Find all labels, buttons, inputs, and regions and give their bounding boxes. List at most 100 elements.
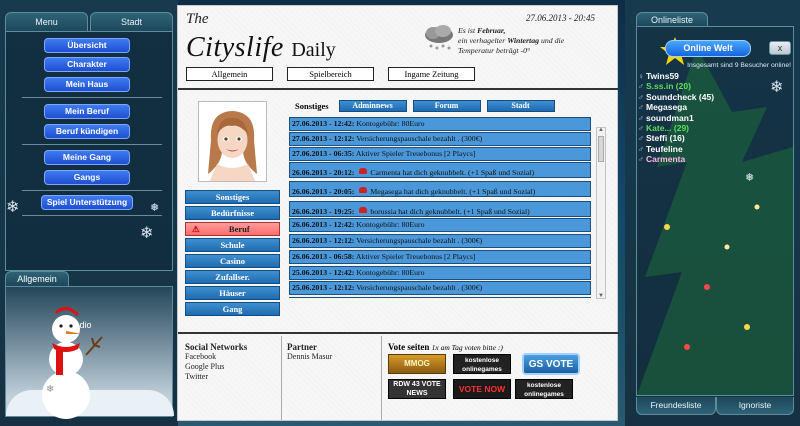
menu-divider [22, 144, 162, 145]
online-welt-button[interactable]: Online Welt [665, 40, 751, 57]
meine-gang-button[interactable]: Meine Gang [44, 150, 130, 165]
tab-ignoriste[interactable]: Ignoriste [716, 397, 794, 415]
online-user[interactable]: ♂ Kate... (29) [638, 123, 788, 133]
vote-kostenlose-onlinegames-2[interactable]: kostenlose onlinegames [515, 379, 573, 399]
subnav-zufallser[interactable]: Zufallser. [185, 270, 280, 284]
nav-ingame-zeitung[interactable]: Ingame Zeitung [388, 67, 475, 81]
news-timestamp: 25.06.2013 - 12:12: [292, 283, 355, 292]
google-plus-link[interactable]: Google Plus [185, 362, 247, 372]
weather-line2-pre: ein verhagelter [458, 36, 508, 45]
vote-kostenlose-onlinegames[interactable]: kostenlose onlinegames [453, 354, 511, 374]
tab-stadt[interactable]: Stadt [486, 100, 555, 112]
tab-onlineliste[interactable]: Onlineliste [636, 12, 708, 27]
scroll-thumb[interactable] [598, 136, 604, 162]
spiel-unterstuetzung-button[interactable]: Spiel Unterstützung [41, 195, 133, 210]
nav-spielbereich[interactable]: Spielbereich [287, 67, 374, 81]
facebook-link[interactable]: Facebook [185, 352, 247, 362]
uebersicht-button[interactable]: Übersicht [44, 38, 130, 53]
hail-cloud-icon [425, 25, 453, 50]
online-user[interactable]: ♂ Steffi (16) [638, 133, 788, 143]
newspaper-main: The Cityslife Daily 27.06.2013 - 20:45 E… [177, 5, 619, 421]
news-tabs: Sonstiges Adminnews Forum Stadt [291, 100, 555, 112]
tab-stadt[interactable]: Stadt [90, 12, 173, 32]
online-user[interactable]: ♂ Soundcheck (45) [638, 92, 788, 102]
weather-text: Es ist Februar, ein verhagelter Winterta… [458, 26, 608, 56]
warning-icon: ⚠ [192, 224, 200, 234]
subnav-beruf-label: Beruf [228, 224, 250, 234]
news-item: 25.06.2013 - 06:39: Aktiver Spieler Treu… [289, 297, 591, 298]
news-timestamp: 27.06.2013 - 06:35: [292, 149, 355, 158]
news-timestamp: 25.06.2013 - 12:42: [292, 268, 355, 277]
news-text: Aktiver Spieler Treuebonus [2 Playcs] [355, 149, 476, 158]
nav-allgemein[interactable]: Allgemein [186, 67, 273, 81]
menu-divider [22, 97, 162, 98]
online-user[interactable]: ♂ soundman1 [638, 113, 788, 123]
partner-title: Partner [287, 342, 317, 352]
news-category-nav: Sonstiges Bedürfnisse ⚠ Beruf Schule Cas… [185, 190, 280, 318]
charakter-button[interactable]: Charakter [44, 57, 130, 72]
subnav-haeuser[interactable]: Häuser [185, 286, 280, 300]
tab-allgemein[interactable]: Allgemein [5, 271, 69, 286]
avatar[interactable] [198, 101, 267, 182]
subnav-casino[interactable]: Casino [185, 254, 280, 268]
beruf-kuendigen-button[interactable]: Beruf kündigen [44, 124, 130, 139]
subnav-schule[interactable]: Schule [185, 238, 280, 252]
logo-title: Cityslife [186, 32, 284, 63]
logo-the: The [186, 11, 209, 27]
vote-rdw-news[interactable]: RDW 43 VOTE NEWS [388, 379, 446, 399]
main-nav: Allgemein Spielbereich Ingame Zeitung [186, 67, 475, 81]
online-user-name: S.ss.in [646, 81, 674, 92]
tab-menu[interactable]: Menu [5, 12, 88, 32]
close-button[interactable]: x [769, 41, 791, 55]
online-user[interactable]: ♂ Megasega [638, 102, 788, 112]
online-user-list: ♀ Twins59 ♂ S.ss.in (20) ♂ Soundcheck (45) ♂ Me… [638, 71, 788, 165]
tab-freundesliste[interactable]: Freundesliste [636, 397, 716, 415]
left-sidebar-tabs: Menu Stadt [5, 12, 173, 32]
mein-haus-button[interactable]: Mein Haus [44, 77, 130, 92]
divider [381, 336, 382, 420]
gangs-button[interactable]: Gangs [44, 170, 130, 185]
news-timestamp: 26.06.2013 - 19:25: [292, 207, 355, 216]
snowflake-icon: ❄ [6, 199, 20, 216]
tab-sonstiges[interactable]: Sonstiges [291, 101, 333, 111]
weather-line3: Temperatur beträgt -0° [458, 46, 531, 55]
vote-mmog-charts[interactable]: MMOG CHARTS [388, 354, 446, 386]
right-sidebar: Onlineliste Online Welt x Insgesamt sind… [625, 0, 800, 426]
logo: Cityslife Daily [186, 32, 336, 64]
news-scrollbar[interactable]: ▲ ▼ [596, 127, 606, 299]
left-sidebar: Menu Stadt Übersicht Charakter Mein Haus… [0, 0, 178, 426]
snowman-icon [42, 307, 103, 419]
scroll-down-icon[interactable]: ▼ [598, 293, 604, 299]
rose-icon [359, 168, 368, 175]
online-user-level: (29) [673, 122, 690, 133]
online-user[interactable]: ♂ Carmenta [638, 154, 788, 164]
vote-header: Vote seiten 1x am Tag voten bitte :) [388, 342, 503, 352]
tab-forum[interactable]: Forum [412, 100, 481, 112]
online-user[interactable]: ♂ Teufeline [638, 144, 788, 154]
partner-link[interactable]: Dennis Masur [287, 352, 332, 362]
online-user[interactable]: ♂ S.ss.in (20) [638, 81, 788, 91]
scroll-up-icon[interactable]: ▲ [598, 127, 604, 133]
vote-now[interactable]: VOTE NOW [453, 379, 511, 399]
subnav-sonstiges[interactable]: Sonstiges [185, 190, 280, 204]
news-item: 27.06.2013 - 12:42: Kontogebühr: 80Euro [289, 117, 591, 131]
partner-section: Partner Dennis Masur [287, 342, 332, 362]
online-user[interactable]: ♀ Twins59 [638, 71, 788, 81]
weather-line1-pre: Es ist [458, 26, 478, 35]
news-text: borussia hat dich geknubbelt. (+1 Spaß u… [370, 207, 530, 216]
divider [281, 336, 282, 420]
mein-beruf-button[interactable]: Mein Beruf [44, 104, 130, 119]
twitter-link[interactable]: Twitter [185, 372, 247, 382]
subnav-gang[interactable]: Gang [185, 302, 280, 316]
subnav-beruf[interactable]: ⚠ Beruf [185, 222, 280, 236]
news-list: 27.06.2013 - 12:42: Kontogebühr: 80Euro 2… [289, 116, 594, 298]
news-text: Kontogebühr: 80Euro [356, 119, 425, 128]
vote-gs-vote[interactable]: GS VOTE [522, 353, 580, 375]
allgemein-panel: Radio ❄ [5, 286, 174, 419]
online-user-name: soundman1 [646, 112, 694, 123]
news-text: Versicherungspauschale bezahlt . (300€) [356, 283, 483, 292]
subnav-beduerfnisse[interactable]: Bedürfnisse [185, 206, 280, 220]
tab-adminnews[interactable]: Adminnews [338, 100, 407, 112]
weather-day: Wintertag [507, 36, 540, 45]
rose-icon [359, 207, 368, 214]
